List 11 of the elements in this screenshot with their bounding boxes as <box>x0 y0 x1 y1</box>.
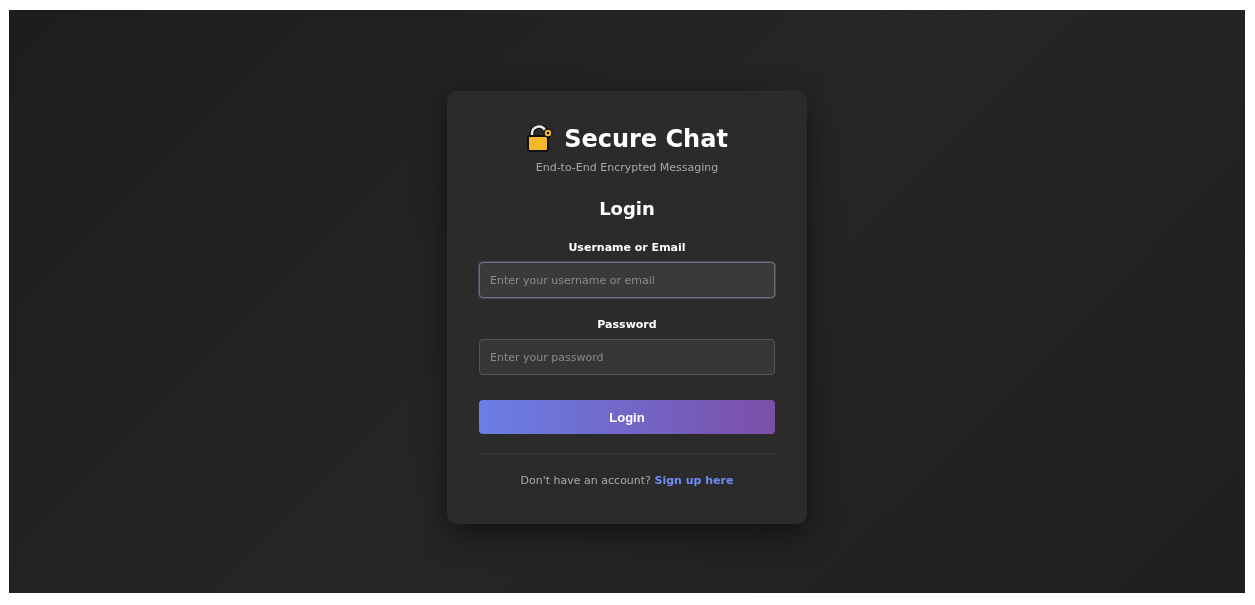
field-label: Username or Email <box>568 241 686 254</box>
signup-prompt: Don't have an account? Sign up here <box>520 474 734 487</box>
signup-link[interactable]: Sign up here <box>654 474 734 487</box>
padlock-icon <box>526 125 555 153</box>
app-title: Secure Chat <box>564 125 728 153</box>
input-field[interactable]: Enter your password <box>479 339 775 375</box>
login-button[interactable]: Login <box>479 400 775 434</box>
form-heading: Login <box>599 198 655 219</box>
app-subtitle: End-to-End Encrypted Messaging <box>535 161 719 174</box>
input-field[interactable]: Enter your username or email <box>479 262 775 298</box>
field-label: Password <box>597 318 657 331</box>
